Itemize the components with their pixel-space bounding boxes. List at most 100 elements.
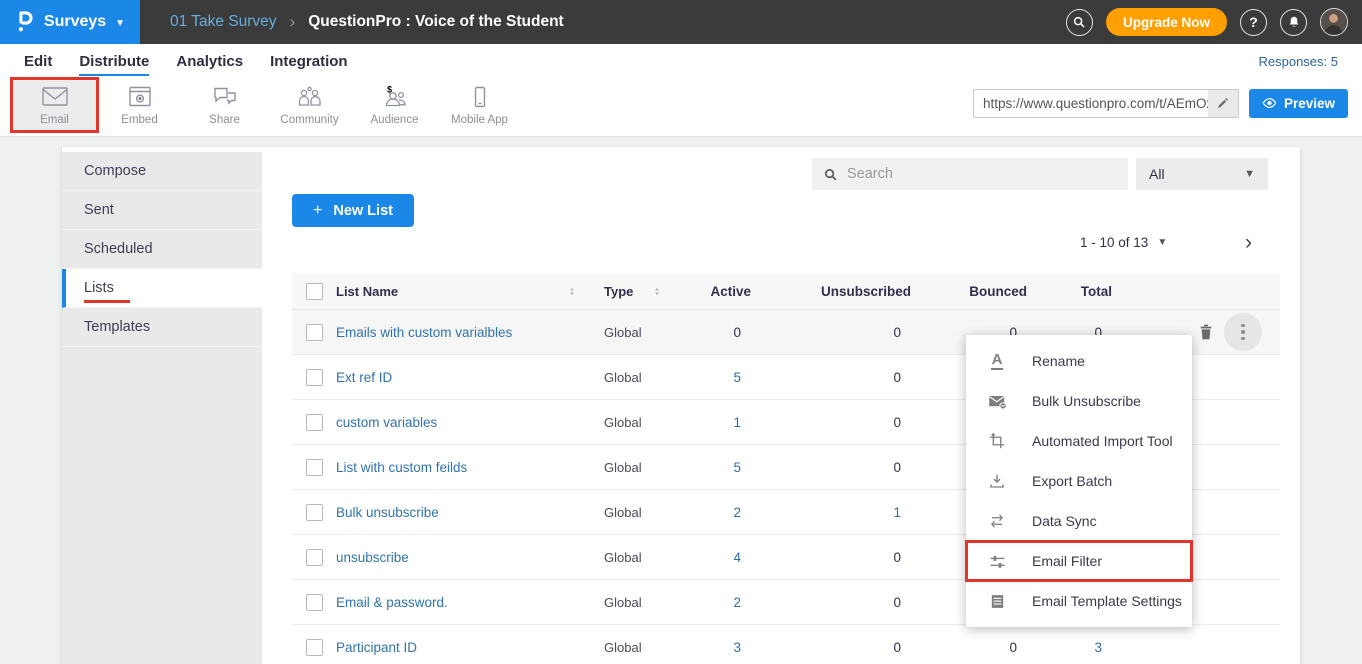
unsubscribed-count: 0 (751, 325, 911, 340)
list-name-link[interactable]: Emails with custom varialbles (336, 325, 512, 340)
active-count[interactable]: 2 (681, 595, 751, 610)
chevron-down-icon: ▼ (1157, 237, 1167, 248)
row-checkbox[interactable] (306, 639, 323, 656)
bell-icon (1287, 15, 1301, 29)
list-type-value: Global (586, 505, 681, 520)
menu-item-data-sync[interactable]: Data Sync (966, 501, 1192, 541)
email-template-settings-icon (987, 593, 1007, 610)
search-icon (823, 167, 838, 182)
row-checkbox[interactable] (306, 324, 323, 341)
channel-label: Mobile App (451, 114, 508, 126)
pagination-range-dropdown[interactable]: 1 - 10 of 13 ▼ (1080, 235, 1167, 250)
channel-label: Audience (371, 114, 419, 126)
sort-icon[interactable] (651, 285, 663, 298)
sidebar-item-lists[interactable]: Lists (62, 269, 262, 308)
preview-button[interactable]: Preview (1249, 89, 1348, 118)
email-filter-icon (987, 553, 1007, 570)
list-name-link[interactable]: Participant ID (336, 640, 417, 655)
menu-item-automated-import-tool[interactable]: Automated Import Tool (966, 421, 1192, 461)
sidebar-item-compose[interactable]: Compose (62, 152, 262, 191)
list-name-link[interactable]: Ext ref ID (336, 370, 392, 385)
filter-value: All (1149, 166, 1165, 182)
channel-audience[interactable]: $ Audience (352, 78, 437, 132)
row-checkbox[interactable] (306, 414, 323, 431)
table-row[interactable]: Participant IDGlobal3003 (292, 625, 1280, 664)
list-type-value: Global (586, 370, 681, 385)
sort-icon[interactable] (566, 285, 578, 298)
unsubscribed-count: 0 (751, 550, 911, 565)
channel-embed[interactable]: Embed (97, 78, 182, 132)
search-icon (1072, 15, 1086, 29)
row-menu-button[interactable] (1224, 313, 1262, 351)
kebab-dots-icon (1241, 324, 1245, 328)
list-name-link[interactable]: custom variables (336, 415, 437, 430)
surveys-product-menu[interactable]: Surveys ▼ (0, 0, 140, 44)
new-list-button[interactable]: + New List (292, 194, 414, 227)
topbar: Surveys ▼ 01 Take Survey › QuestionPro :… (0, 0, 1362, 44)
avatar[interactable] (1320, 8, 1348, 36)
search-input[interactable]: Search (812, 158, 1128, 190)
list-name-link[interactable]: Bulk unsubscribe (336, 505, 439, 520)
list-filter-dropdown[interactable]: All ▼ (1136, 158, 1268, 190)
channel-mobile-app[interactable]: Mobile App (437, 78, 522, 132)
notifications-button[interactable] (1280, 9, 1307, 36)
next-page-button[interactable]: › (1245, 232, 1252, 253)
export-batch-icon (987, 472, 1007, 490)
sidebar-item-sent[interactable]: Sent (62, 191, 262, 230)
tab-integration[interactable]: Integration (270, 53, 348, 76)
menu-item-email-filter[interactable]: Email Filter (966, 541, 1192, 581)
list-name-link[interactable]: Email & password. (336, 595, 448, 610)
sidebar-item-templates[interactable]: Templates (62, 308, 262, 347)
bulk-unsubscribe-icon (987, 393, 1007, 410)
tab-analytics[interactable]: Analytics (176, 53, 243, 76)
topbar-actions: Upgrade Now ? (1066, 8, 1362, 36)
active-count[interactable]: 1 (681, 415, 751, 430)
survey-url-field[interactable]: https://www.questionpro.com/t/AEmOxZ (973, 89, 1239, 118)
select-all-checkbox[interactable] (306, 283, 323, 300)
active-count[interactable]: 5 (681, 460, 751, 475)
channel-label: Embed (121, 114, 157, 126)
questionpro-logo (15, 9, 35, 35)
menu-item-rename[interactable]: ARename (966, 341, 1192, 381)
content-area: Compose Sent Scheduled Lists Templates S… (0, 137, 1362, 664)
active-count[interactable]: 2 (681, 505, 751, 520)
preview-label: Preview (1284, 96, 1335, 111)
search-button[interactable] (1066, 9, 1093, 36)
unsubscribed-count[interactable]: 1 (751, 505, 911, 520)
delete-list-icon[interactable] (1198, 323, 1214, 341)
row-checkbox[interactable] (306, 459, 323, 476)
row-checkbox[interactable] (306, 369, 323, 386)
mobile-app-icon (467, 85, 493, 109)
active-count: 0 (681, 325, 751, 340)
menu-item-bulk-unsubscribe[interactable]: Bulk Unsubscribe (966, 381, 1192, 421)
total-count[interactable]: 3 (1027, 640, 1112, 655)
row-checkbox[interactable] (306, 504, 323, 521)
upgrade-now-button[interactable]: Upgrade Now (1106, 8, 1227, 36)
list-name-link[interactable]: unsubscribe (336, 550, 409, 565)
active-count[interactable]: 5 (681, 370, 751, 385)
breadcrumb: 01 Take Survey › QuestionPro : Voice of … (170, 12, 564, 32)
row-checkbox[interactable] (306, 594, 323, 611)
channel-share[interactable]: Share (182, 78, 267, 132)
menu-item-email-template-settings[interactable]: Email Template Settings (966, 581, 1192, 621)
tab-distribute[interactable]: Distribute (79, 53, 149, 76)
sidebar-item-scheduled[interactable]: Scheduled (62, 230, 262, 269)
channel-email[interactable]: Email (12, 78, 97, 132)
edit-url-button[interactable] (1208, 90, 1238, 117)
table-header: List Name Type Active Unsubscribed Bounc… (292, 273, 1280, 310)
tab-edit[interactable]: Edit (24, 53, 52, 76)
column-unsubscribed: Unsubscribed (751, 284, 911, 299)
active-count[interactable]: 4 (681, 550, 751, 565)
list-type-value: Global (586, 550, 681, 565)
channel-community[interactable]: Community (267, 78, 352, 132)
row-checkbox[interactable] (306, 549, 323, 566)
email-icon (40, 85, 70, 109)
breadcrumb-survey-link[interactable]: 01 Take Survey (170, 13, 277, 31)
column-bounced: Bounced (911, 284, 1027, 299)
help-button[interactable]: ? (1240, 9, 1267, 36)
menu-item-export-batch[interactable]: Export Batch (966, 461, 1192, 501)
unsubscribed-count: 0 (751, 460, 911, 475)
share-icon (212, 85, 238, 109)
list-name-link[interactable]: List with custom feilds (336, 460, 467, 475)
active-count[interactable]: 3 (681, 640, 751, 655)
